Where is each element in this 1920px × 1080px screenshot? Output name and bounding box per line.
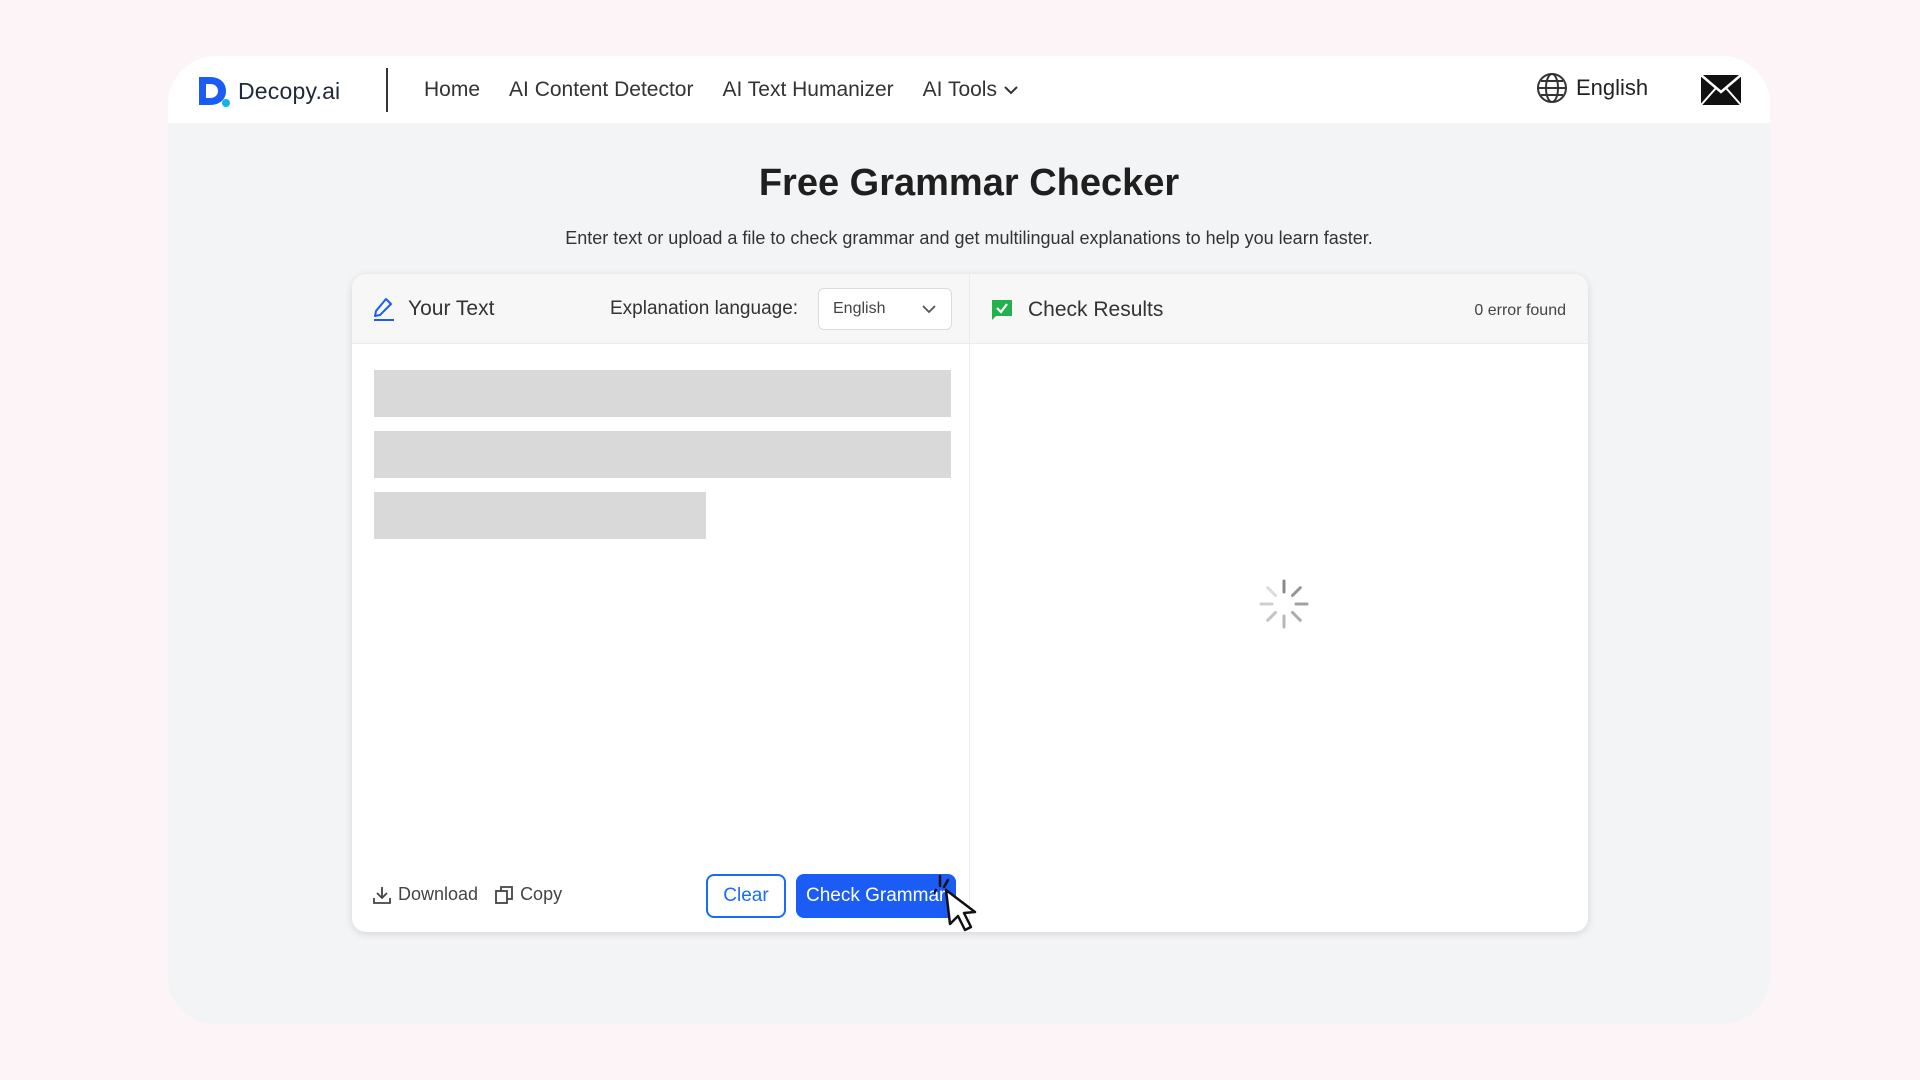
your-text-header: Your Text [372,296,494,322]
nav-link-ai-tools[interactable]: AI Tools [923,78,1019,102]
your-text-label: Your Text [408,297,495,320]
nav-links: Home AI Content Detector AI Text Humaniz… [424,56,1048,123]
explanation-language-label: Explanation language: [610,298,799,319]
error-count: 0 error found [1474,302,1566,319]
spinner-icon [1259,579,1309,629]
chevron-down-icon [922,305,936,314]
copy-icon [495,885,513,904]
check-results-label: Check Results [1028,298,1164,321]
explanation-language-select[interactable]: English [818,288,952,330]
cursor-icon [934,874,977,932]
text-skeleton-line [374,492,706,539]
nav-divider [386,68,388,112]
grammar-checker-card: Your Text Explanation language: English … [352,274,1588,932]
card-header: Your Text Explanation language: English … [352,274,1588,344]
check-results-header: Check Results [990,298,1163,322]
download-button[interactable]: Download [372,884,478,905]
check-flag-icon [992,300,1012,320]
mail-icon[interactable] [1700,74,1742,106]
text-skeleton-line [374,431,951,478]
download-label: Download [398,884,479,904]
decopy-logo-icon [199,77,230,107]
text-skeleton-line [374,370,951,417]
language-label: English [1576,75,1649,100]
pen-icon [374,298,394,321]
check-grammar-button[interactable]: Check Grammar [796,874,956,918]
editor-actions: Download Copy [372,884,578,905]
explanation-language-value: English [833,300,886,317]
navbar: Decopy.ai Home AI Content Detector AI Te… [168,56,1770,123]
logo[interactable]: Decopy.ai [196,74,340,108]
chevron-down-icon [1004,85,1018,94]
copy-label: Copy [520,884,563,904]
copy-button[interactable]: Copy [494,884,562,905]
download-icon [373,886,391,904]
nav-link-ai-text-humanizer[interactable]: AI Text Humanizer [722,78,893,102]
clear-button[interactable]: Clear [706,874,786,918]
nav-link-ai-content-detector[interactable]: AI Content Detector [509,78,693,102]
page-subtitle: Enter text or upload a file to check gra… [565,228,1373,248]
page-title: Free Grammar Checker [758,162,1180,204]
nav-link-ai-tools-label: AI Tools [922,77,997,101]
language-switcher[interactable]: English [1536,72,1648,104]
globe-icon [1537,73,1567,103]
logo-text: Decopy.ai [238,77,341,104]
nav-link-home[interactable]: Home [424,78,480,102]
column-divider [969,274,970,932]
